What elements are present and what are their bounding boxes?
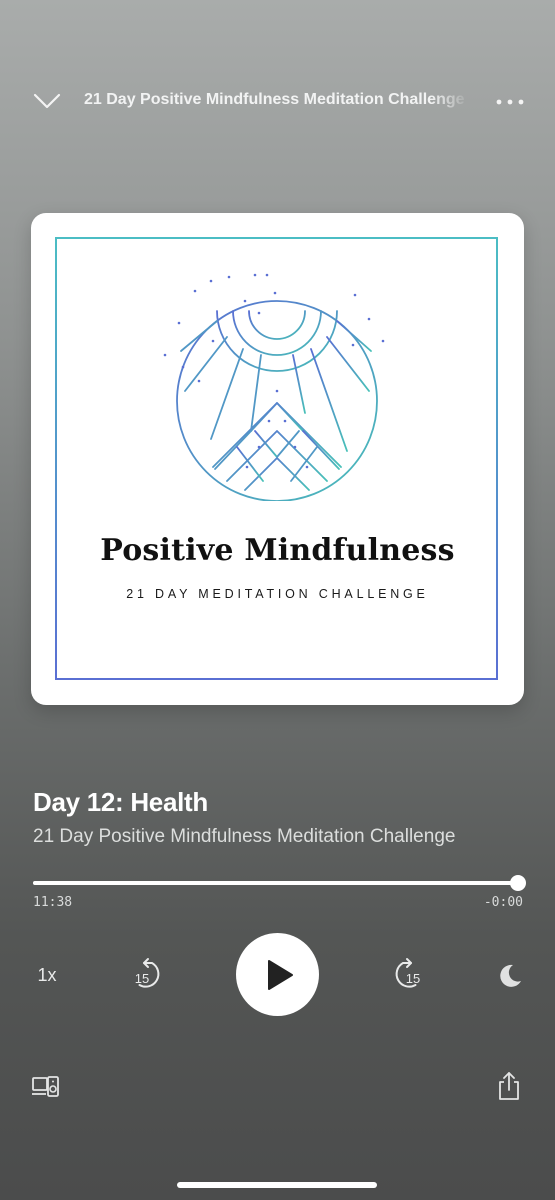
play-icon: [268, 960, 293, 990]
rewind-seconds-label: 15: [135, 971, 149, 986]
forward-15-icon: 15: [395, 958, 420, 988]
forward-seconds-label: 15: [406, 971, 420, 986]
playback-controls: 1x 15 15: [0, 933, 555, 1017]
playback-speed-button[interactable]: 1x: [30, 962, 64, 988]
chevron-down-icon[interactable]: [30, 86, 64, 116]
more-options-icon[interactable]: [495, 90, 525, 114]
remaining-time: -0:00: [483, 895, 523, 910]
sleep-timer-button[interactable]: [494, 961, 524, 991]
rewind-15-icon: 15: [135, 958, 160, 988]
cover-artwork: Positive Mindfulness 21 DAY MEDITATION C…: [31, 213, 524, 705]
show-name-link[interactable]: 21 Day Positive Mindfulness Meditation C…: [33, 826, 455, 848]
forward-15-button[interactable]: 15: [387, 957, 425, 993]
elapsed-time: 11:38: [33, 895, 73, 910]
artwork-subtitle: 21 DAY MEDITATION CHALLENGE: [126, 587, 429, 601]
home-indicator[interactable]: [177, 1182, 377, 1188]
episode-title: Day 12: Health: [33, 787, 208, 817]
moon-icon: [500, 964, 521, 987]
share-icon[interactable]: [494, 1070, 524, 1102]
top-bar: 21 Day Positive Mindfulness Meditation C…: [0, 82, 555, 122]
artwork-title: Positive Mindfulness: [100, 533, 455, 568]
progress-bar[interactable]: [33, 875, 526, 891]
connect-devices-icon[interactable]: [31, 1074, 61, 1100]
progress-thumb[interactable]: [510, 875, 526, 891]
progress-fill: [33, 881, 518, 885]
context-title: 21 Day Positive Mindfulness Meditation C…: [84, 91, 465, 108]
mindfulness-emblem-icon: [155, 271, 399, 502]
play-button[interactable]: [236, 933, 319, 1016]
rewind-15-button[interactable]: 15: [130, 957, 168, 993]
